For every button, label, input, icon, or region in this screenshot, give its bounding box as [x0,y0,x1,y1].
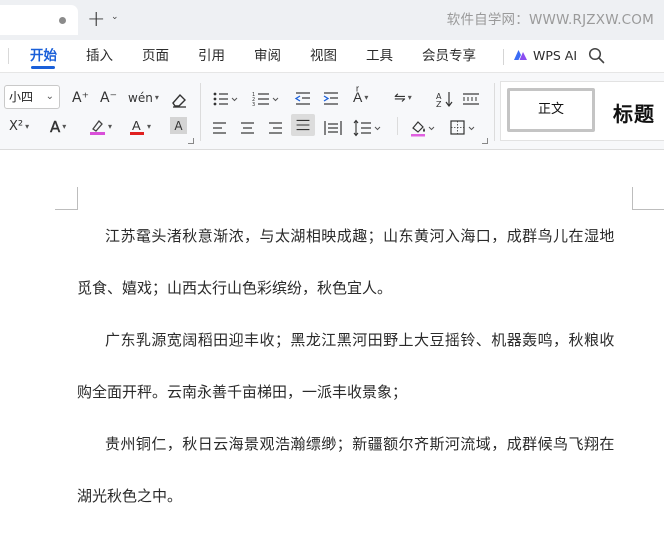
increase-indent-icon[interactable] [322,88,340,110]
search-icon[interactable] [588,47,605,64]
tab-member[interactable]: 会员专享 [422,48,476,64]
align-center-icon[interactable] [239,117,256,139]
line-break-button[interactable]: ⇋ ▾ [394,87,412,109]
highlight-button[interactable]: ▾ [89,116,112,138]
text-effect-button[interactable]: A ▾ [50,116,66,138]
text-effect-icon: A [50,118,61,136]
document-tab[interactable] [0,5,78,35]
chevron-down-icon: ▾ [364,93,369,102]
style-heading[interactable]: 标题 [613,98,655,127]
superscript-label: X² [9,119,24,134]
chevron-down-icon: ▾ [62,122,67,131]
document-canvas[interactable]: 江苏鼋头渚秋意渐浓，与太湖相映成趣；山东黄河入海口，成群鸟儿在湿地 觅食、嬉戏；… [0,150,664,549]
tab-view[interactable]: 视图 [310,48,337,64]
svg-text:Z: Z [436,100,442,109]
superscript-button[interactable]: X² ▾ [9,116,29,138]
phonetic-guide-button[interactable]: wén ▾ [128,87,159,109]
align-right-icon[interactable] [267,117,284,139]
font-size-select[interactable]: 小四 ⌄ [4,85,60,109]
character-shading-button[interactable]: A [170,117,187,134]
highlighter-icon [90,120,105,135]
divider [494,83,495,141]
margin-marker [55,209,78,210]
phonetic-guide-label: wén [128,91,153,105]
font-color-button[interactable]: A ▾ [129,116,151,138]
svg-text:3: 3 [252,102,255,108]
tab-review[interactable]: 审阅 [254,48,281,64]
style-gallery: 正文 标题 [500,81,664,141]
margin-marker [632,187,633,210]
chevron-down-icon[interactable]: ⌄ [111,12,119,22]
line-spacing-icon[interactable] [353,117,383,139]
divider [200,83,201,141]
paragraph[interactable]: 贵州铜仁，秋日云海景观浩瀚缥缈；新疆额尔齐斯河流域，成群候鸟飞翔在 湖光秋色之中… [77,418,632,522]
tab-page[interactable]: 页面 [142,48,169,64]
sort-icon[interactable]: AZ [436,88,454,110]
justify-icon[interactable] [291,114,315,136]
margin-marker [77,187,78,210]
tab-insert[interactable]: 插入 [86,48,113,64]
show-marks-icon[interactable] [462,88,480,110]
chevron-down-icon: ▾ [407,93,412,102]
paragraph-line: 江苏鼋头渚秋意渐浓，与太湖相映成趣；山东黄河入海口，成群鸟儿在湿地 [105,227,615,245]
divider [503,49,504,65]
style-normal[interactable]: 正文 [507,88,595,132]
tab-references[interactable]: 引用 [198,48,225,64]
tab-home[interactable]: 开始 [30,48,57,64]
chevron-down-icon: ▾ [25,122,30,131]
wps-ai-button[interactable]: WPS AI [513,48,577,64]
paragraph[interactable]: 江苏鼋头渚秋意渐浓，与太湖相映成趣；山东黄河入海口，成群鸟儿在湿地 觅食、嬉戏；… [77,210,632,314]
wps-ai-logo-icon [514,50,527,60]
title-bar: + ⌄ 软件自学网：WWW.RJZXW.COM [0,0,664,40]
numbered-list-icon[interactable]: 123 [252,88,280,110]
paragraph-line: 贵州铜仁，秋日云海景观浩瀚缥缈；新疆额尔齐斯河流域，成群候鸟飞翔在 [105,435,615,453]
font-color-icon: A [130,118,144,135]
margin-marker [632,209,664,210]
bullet-list-icon[interactable] [212,88,238,110]
font-dialog-launcher[interactable] [188,138,194,144]
borders-icon[interactable] [449,117,477,139]
text-direction-button[interactable]: Aͬ ▾ [353,87,368,109]
chevron-down-icon: ⌄ [45,91,54,102]
paragraph-line: 广东乳源宽阔稻田迎丰收；黑龙江黑河田野上大豆摇铃、机器轰鸣，秋粮收 [105,331,615,349]
font-size-value: 小四 [9,90,34,104]
active-tab-indicator [31,66,55,69]
align-left-icon[interactable] [211,117,228,139]
paragraph[interactable]: 广东乳源宽阔稻田迎丰收；黑龙江黑河田野上大豆摇铃、机器轰鸣，秋粮收 购全面开秤。… [77,314,632,418]
chevron-down-icon: ▾ [108,122,113,131]
watermark: 软件自学网：WWW.RJZXW.COM [446,12,654,28]
paragraph-dialog-launcher[interactable] [482,138,488,144]
decrease-font-size-button[interactable]: A⁻ [100,87,117,109]
menu-bar: 开始 插入 页面 引用 审阅 视图 工具 会员专享 WPS AI [0,40,664,72]
unsaved-dot-icon [59,17,66,24]
distributed-align-icon[interactable] [324,117,342,139]
paragraph-line: 觅食、嬉戏；山西太行山色彩缤纷，秋色宜人。 [77,279,393,297]
tab-tools[interactable]: 工具 [366,48,393,64]
wps-ai-label: WPS AI [533,48,578,63]
divider [8,48,9,64]
paragraph-line: 购全面开秤。云南永善千亩梯田，一派丰收景象； [77,383,408,401]
line-break-icon: ⇋ [394,90,406,106]
increase-font-size-button[interactable]: A⁺ [72,87,89,109]
shading-fill-icon[interactable] [409,117,437,139]
decrease-indent-icon[interactable] [294,88,312,110]
chevron-down-icon: ▾ [147,122,152,131]
chevron-down-icon: ▾ [154,93,159,102]
text-direction-icon: Aͬ [353,90,363,106]
svg-text:A: A [132,118,141,133]
divider [397,117,398,135]
plus-icon[interactable]: + [87,8,105,32]
eraser-icon[interactable] [170,89,188,111]
paragraph-line: 湖光秋色之中。 [77,487,183,505]
